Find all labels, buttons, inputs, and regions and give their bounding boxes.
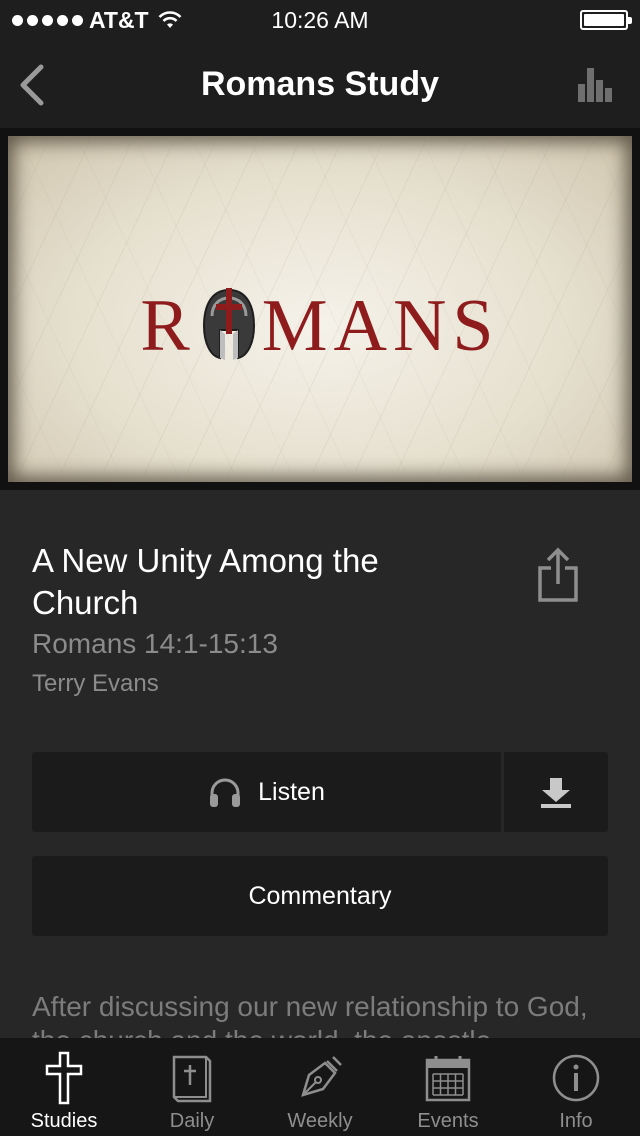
scripture-reference: Romans 14:1-15:13 (32, 628, 278, 659)
page-title: Romans Study (200, 64, 440, 103)
study-description: After discussing our new relationship to… (32, 991, 588, 1038)
download-icon (541, 778, 571, 808)
pen-nib-icon (301, 1056, 342, 1097)
study-detail: A New Unity Among the Church Romans 14:1… (0, 490, 640, 1038)
banner-logo-text: R MANS (8, 286, 632, 363)
bar-chart-icon[interactable] (578, 66, 614, 102)
helmet-icon (202, 288, 255, 360)
bible-icon (172, 1055, 212, 1103)
tab-label: Weekly (287, 1110, 353, 1132)
study-title: A New Unity Among the Church (32, 542, 379, 621)
tab-info[interactable]: Info (512, 1038, 640, 1136)
share-icon[interactable] (534, 546, 582, 604)
battery-icon (580, 10, 632, 30)
tab-label: Daily (169, 1110, 215, 1132)
tab-label: Studies (30, 1110, 98, 1132)
listen-row: Listen (32, 752, 608, 832)
chevron-left-icon (20, 64, 44, 106)
status-bar: AT&T 10:26 AM (0, 0, 640, 40)
listen-label: Listen (258, 777, 325, 806)
banner-parchment: R MANS (8, 136, 632, 482)
commentary-label: Commentary (248, 881, 392, 910)
cross-icon (45, 1051, 83, 1105)
tab-weekly[interactable]: Weekly (256, 1038, 384, 1136)
commentary-button[interactable]: Commentary (32, 856, 608, 936)
series-banner-image: R MANS (0, 128, 640, 490)
banner-letter-r: R (140, 285, 196, 367)
listen-button[interactable]: Listen (32, 752, 501, 832)
tab-daily[interactable]: Daily (128, 1038, 256, 1136)
app-screen: AT&T 10:26 AM Romans Study R MANS A New … (0, 0, 640, 1136)
banner-letters-mans: MANS (261, 285, 500, 367)
info-icon (552, 1054, 600, 1102)
navigation-bar: Romans Study (0, 40, 640, 128)
tab-bar: Studies Daily Weekly Events Info (0, 1038, 640, 1136)
speaker-name: Terry Evans (32, 670, 159, 697)
tab-label: Events (417, 1110, 479, 1132)
tab-label: Info (559, 1110, 593, 1132)
tab-events[interactable]: Events (384, 1038, 512, 1136)
download-button[interactable] (504, 752, 608, 832)
signal-strength-icon (12, 14, 83, 26)
wifi-icon (158, 11, 182, 28)
back-button[interactable] (14, 62, 48, 108)
tab-studies[interactable]: Studies (0, 1038, 128, 1136)
calendar-icon (425, 1056, 471, 1102)
headphones-icon (210, 778, 241, 807)
carrier-name: AT&T (89, 6, 149, 33)
